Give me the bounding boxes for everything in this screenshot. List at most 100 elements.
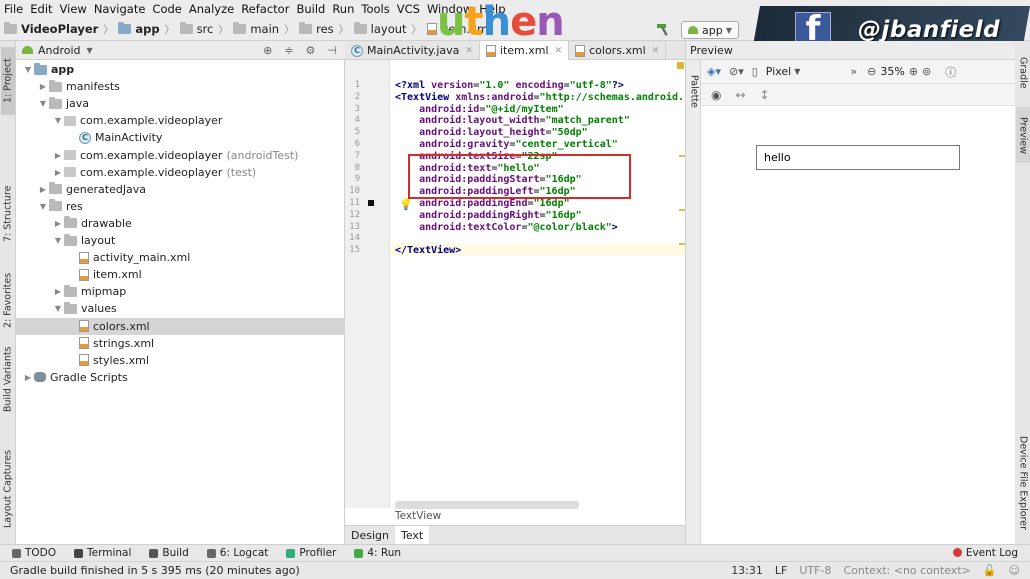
tool-window-terminal[interactable]: Terminal (74, 547, 131, 559)
hide-icon[interactable]: ⊣ (327, 44, 337, 57)
code-line[interactable]: <TextView xmlns:android="http://schemas.… (395, 92, 690, 103)
hammer-icon[interactable] (655, 23, 671, 37)
menu-build[interactable]: Build (296, 2, 325, 16)
menu-view[interactable]: View (60, 2, 87, 16)
inspector-icon[interactable]: ☺ (1009, 562, 1020, 579)
run-configuration-select[interactable]: app ▼ (681, 21, 739, 39)
close-icon[interactable]: ✕ (555, 46, 563, 56)
tab-device-file-explorer[interactable]: Device File Explorer (1016, 429, 1030, 537)
device-select[interactable]: Pixel (766, 65, 791, 78)
tree-item[interactable]: ▶ generatedJava (16, 181, 345, 198)
eye-icon[interactable]: ◉ (711, 88, 721, 102)
menu-refactor[interactable]: Refactor (241, 2, 289, 16)
tree-item[interactable]: ▶ manifests (16, 78, 345, 95)
status-message[interactable]: Gradle build finished in 5 s 395 ms (20 … (10, 564, 300, 577)
file-encoding[interactable]: UTF-8 (799, 562, 831, 579)
layers-icon[interactable]: ◈▾ (707, 65, 721, 78)
tool-window-build[interactable]: Build (149, 547, 189, 559)
tab-preview[interactable]: Preview (1016, 107, 1030, 163)
tab-gradle[interactable]: Gradle (1016, 49, 1030, 97)
expand-down-icon[interactable]: ▼ (37, 202, 49, 211)
code-line[interactable]: android:layout_width="match_parent" (395, 115, 630, 126)
code-line[interactable]: android:layout_height="50dp" (395, 127, 588, 138)
line-separator[interactable]: LF (775, 562, 787, 579)
editor-tab[interactable]: C MainActivity.java ✕ (345, 41, 480, 60)
tab-structure[interactable]: 7: Structure (1, 179, 15, 249)
expand-right-icon[interactable]: ▶ (52, 168, 64, 177)
gear-icon[interactable]: ⚙ (306, 44, 316, 57)
expand-right-icon[interactable]: ▶ (52, 151, 64, 160)
lightbulb-icon[interactable]: 💡 (399, 198, 413, 211)
expand-right-icon[interactable]: ▶ (52, 219, 64, 228)
tree-item[interactable]: ▶ drawable (16, 215, 345, 232)
tab-design[interactable]: Design (345, 526, 395, 544)
menu-analyze[interactable]: Analyze (189, 2, 234, 16)
inspection-status-icon[interactable] (677, 62, 684, 69)
code-line[interactable]: android:paddingRight="16dp" (395, 210, 582, 221)
expand-right-icon[interactable]: ▶ (52, 287, 64, 296)
context-indicator[interactable]: Context: <no context> (843, 562, 970, 579)
horizontal-resize-icon[interactable]: ↔ (735, 88, 745, 102)
tool-window-run[interactable]: 4: Run (354, 547, 401, 559)
expand-right-icon[interactable]: ▶ (37, 185, 49, 194)
expand-right-icon[interactable]: ▶ (22, 373, 34, 382)
caret-position[interactable]: 13:31 (731, 562, 763, 579)
event-log-button[interactable]: Event Log (952, 544, 1018, 561)
warning-icon[interactable]: ⓘ (945, 64, 956, 80)
menu-run[interactable]: Run (332, 2, 354, 16)
tree-item[interactable]: item.xml (16, 266, 345, 283)
preview-canvas[interactable] (701, 106, 1015, 544)
tab-layout-captures[interactable]: Layout Captures (1, 441, 15, 537)
close-icon[interactable]: ✕ (652, 46, 660, 56)
tree-item[interactable]: ▼ java (16, 95, 345, 112)
breadcrumb-item[interactable]: main (233, 21, 279, 36)
code-line[interactable]: android:id="@+id/myItem" (395, 104, 564, 115)
code-line[interactable]: <?xml version="1.0" encoding="utf-8"?> (395, 80, 624, 91)
expand-down-icon[interactable]: ▼ (52, 116, 64, 125)
code-line[interactable]: android:textColor="@color/black"> (395, 222, 618, 233)
menu-file[interactable]: File (4, 2, 23, 16)
preview-textview[interactable]: hello (756, 145, 960, 170)
expand-down-icon[interactable]: ▼ (52, 304, 64, 313)
close-icon[interactable]: ✕ (465, 46, 473, 56)
tree-item[interactable]: C MainActivity (16, 129, 345, 146)
tab-favorites[interactable]: 2: Favorites (1, 263, 15, 337)
zoom-fit-icon[interactable]: ⊚ (922, 65, 931, 78)
tree-item[interactable]: ▼ com.example.videoplayer (16, 112, 345, 129)
tree-item[interactable]: ▶ mipmap (16, 283, 345, 300)
tool-window-logcat[interactable]: 6: Logcat (206, 547, 268, 559)
code-line[interactable]: </TextView> (395, 245, 461, 256)
tree-item[interactable]: ▼ values (16, 300, 345, 317)
expand-right-icon[interactable]: ▶ (37, 82, 49, 91)
locate-icon[interactable]: ⊕ (263, 44, 272, 57)
tab-text[interactable]: Text (394, 526, 430, 544)
lock-icon[interactable]: 🔓 (983, 562, 997, 579)
menu-tools[interactable]: Tools (361, 2, 389, 16)
orientation-icon[interactable]: ⊘▾ (729, 65, 744, 78)
chevron-down-icon[interactable]: ▼ (794, 67, 800, 76)
tree-item[interactable]: styles.xml (16, 352, 345, 369)
code-line[interactable]: android:gravity="center_vertical" (395, 139, 618, 150)
tree-item[interactable]: ▶ Gradle Scripts (16, 369, 345, 386)
tab-palette[interactable]: Palette (687, 66, 701, 116)
tree-item[interactable]: ▼ layout (16, 232, 345, 249)
menu-edit[interactable]: Edit (30, 2, 52, 16)
tree-item[interactable]: ▼ app (16, 61, 345, 78)
horizontal-scrollbar[interactable] (395, 501, 579, 509)
collapse-icon[interactable]: ≑ (284, 44, 293, 57)
vertical-resize-icon[interactable]: ↕ (760, 88, 770, 102)
zoom-in-icon[interactable]: ⊕ (909, 65, 918, 78)
zoom-out-icon[interactable]: ⊖ (867, 65, 876, 78)
expand-down-icon[interactable]: ▼ (52, 236, 64, 245)
tab-project[interactable]: 1: Project (1, 47, 15, 115)
tree-item[interactable]: strings.xml (16, 335, 345, 352)
editor-tab[interactable]: item.xml ✕ (479, 41, 570, 60)
breadcrumb-item[interactable]: layout (353, 21, 407, 36)
tree-item[interactable]: activity_main.xml (16, 249, 345, 266)
tree-item[interactable]: ▶ com.example.videoplayer (test) (16, 164, 345, 181)
tree-item[interactable]: ▼ res (16, 198, 345, 215)
expand-down-icon[interactable]: ▼ (22, 65, 34, 74)
more-icon[interactable]: » (850, 65, 857, 78)
tree-item[interactable]: ▶ com.example.videoplayer (androidTest) (16, 147, 345, 164)
menu-vcs[interactable]: VCS (397, 2, 420, 16)
